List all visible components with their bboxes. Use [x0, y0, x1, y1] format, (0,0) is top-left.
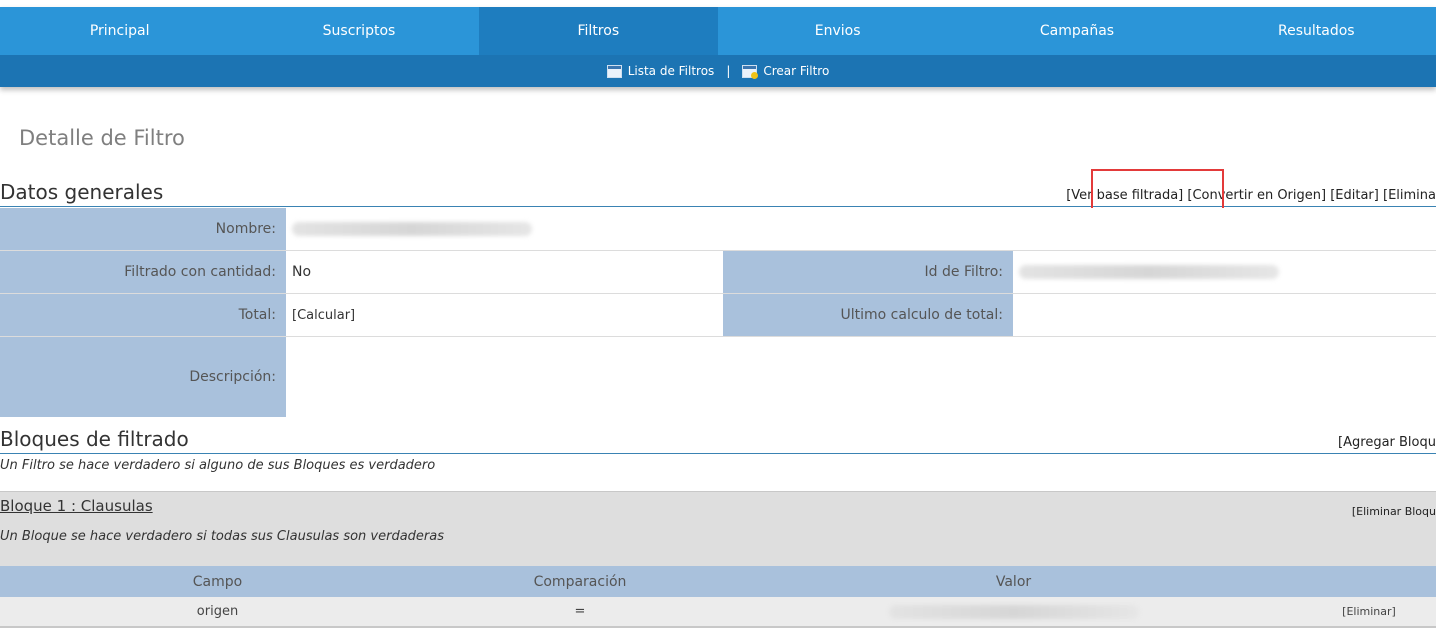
blocks-note: Un Filtro se hace verdadero si alguno de…	[0, 458, 436, 473]
page-title: Detalle de Filtro	[19, 126, 185, 150]
main-tabs: Principal Suscriptos Filtros Envios Camp…	[0, 7, 1436, 55]
descripcion-value	[286, 337, 1436, 417]
subnav-separator: |	[726, 64, 731, 78]
add-block-link[interactable]: [Agregar Bloqu	[1338, 435, 1436, 450]
delete-block-link[interactable]: [Eliminar Bloqu	[1352, 505, 1436, 518]
tab-suscriptos[interactable]: Suscriptos	[239, 7, 478, 55]
blocks-section-header: Bloques de filtrado [Agregar Bloqu	[0, 427, 1436, 454]
row-descripcion: Descripción:	[0, 337, 1436, 417]
row-cantidad: Filtrado con cantidad: No Id de Filtro:	[0, 251, 1436, 294]
redacted-id	[1019, 265, 1279, 279]
blocks-actions: [Agregar Bloqu	[1338, 435, 1436, 450]
general-actions: [Ver base filtrada] [Convertir en Origen…	[1066, 188, 1436, 203]
delete-link[interactable]: [Elimina	[1383, 188, 1436, 203]
cantidad-value: No	[286, 251, 723, 293]
general-heading: Datos generales	[0, 180, 164, 204]
block-1: Bloque 1 : Clausulas [Eliminar Bloqu Un …	[0, 491, 1436, 567]
blocks-heading: Bloques de filtrado	[0, 427, 189, 451]
general-section-header: Datos generales [Ver base filtrada] [Con…	[0, 180, 1436, 207]
edit-link[interactable]: [Editar]	[1330, 188, 1379, 203]
tab-envios[interactable]: Envios	[718, 7, 957, 55]
nombre-label: Nombre:	[0, 208, 286, 250]
col-actions	[1302, 566, 1436, 597]
tab-principal[interactable]: Principal	[0, 7, 239, 55]
descripcion-label: Descripción:	[0, 337, 286, 417]
total-label: Total:	[0, 294, 286, 336]
col-campo: Campo	[192, 573, 243, 590]
col-valor: Valor	[995, 573, 1032, 590]
new-window-icon	[742, 64, 759, 79]
create-filter-label: Crear Filtro	[763, 64, 830, 78]
table-row: origen = [Eliminar]	[0, 597, 1436, 628]
redacted-value	[888, 604, 1139, 619]
valor-cell	[725, 597, 1302, 626]
sub-navigation: Lista de Filtros | Crear Filtro	[0, 55, 1436, 87]
clauses-table-header: Campo Comparación Valor	[0, 566, 1436, 597]
tab-filtros[interactable]: Filtros	[478, 7, 718, 55]
filter-list-label: Lista de Filtros	[627, 64, 715, 78]
id-value	[1013, 251, 1436, 293]
comparacion-cell: =	[574, 604, 586, 619]
delete-clause-link[interactable]: [Eliminar]	[1302, 597, 1436, 626]
ultimo-label: Ultimo calculo de total:	[723, 294, 1013, 336]
redacted-name	[292, 222, 532, 236]
block-1-title[interactable]: Bloque 1 : Clausulas	[0, 497, 153, 515]
block-1-note: Un Bloque se hace verdadero si todas sus…	[0, 529, 444, 544]
nombre-value	[286, 208, 1436, 250]
cantidad-label: Filtrado con cantidad:	[0, 251, 286, 293]
campo-cell: origen	[196, 604, 239, 619]
tab-campanas[interactable]: Campañas	[957, 7, 1196, 55]
list-window-icon	[606, 64, 622, 78]
id-label: Id de Filtro:	[723, 251, 1013, 293]
convert-origin-link[interactable]: [Convertir en Origen]	[1187, 188, 1326, 203]
col-comparacion: Comparación	[533, 573, 627, 590]
view-filtered-base-link[interactable]: [Ver base filtrada]	[1066, 188, 1183, 203]
filter-list-link[interactable]: Lista de Filtros	[606, 64, 715, 78]
row-total: Total: [Calcular] Ultimo calculo de tota…	[0, 294, 1436, 337]
row-nombre: Nombre:	[0, 208, 1436, 251]
ultimo-value	[1013, 294, 1436, 336]
general-data-grid: Nombre: Filtrado con cantidad: No Id de …	[0, 208, 1436, 417]
create-filter-link[interactable]: Crear Filtro	[742, 64, 830, 79]
tab-resultados[interactable]: Resultados	[1197, 7, 1436, 55]
top-navigation: Principal Suscriptos Filtros Envios Camp…	[0, 7, 1436, 87]
calculate-link[interactable]: [Calcular]	[286, 294, 723, 336]
